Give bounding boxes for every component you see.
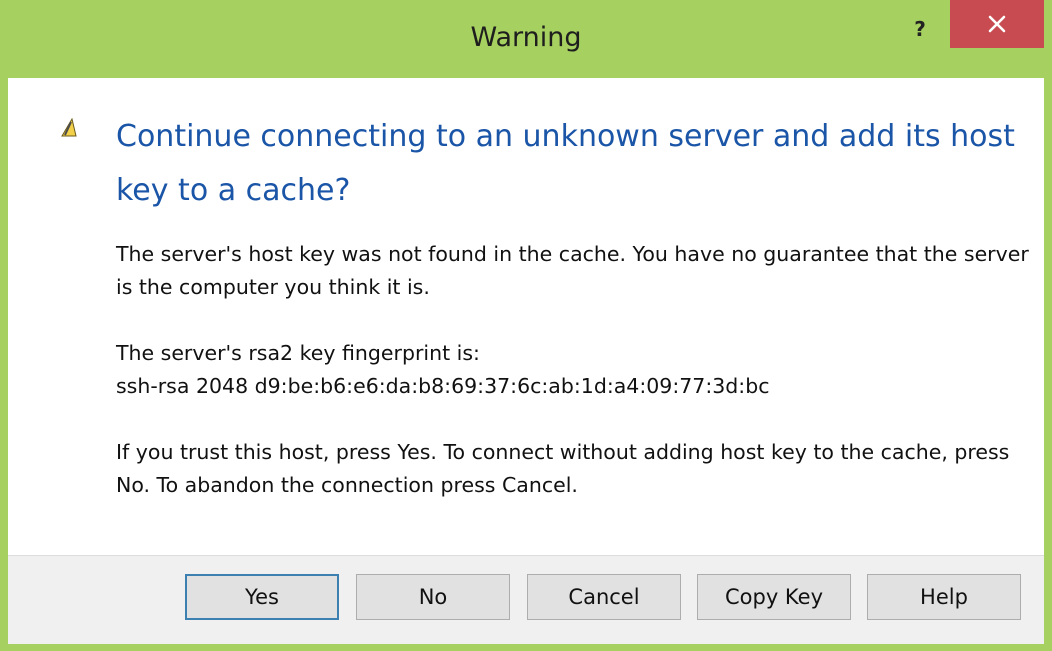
no-button[interactable]: No xyxy=(356,574,510,620)
dialog-body: Continue connecting to an unknown server… xyxy=(8,78,1044,644)
title-bar[interactable]: Warning ? xyxy=(0,0,1052,78)
warning-icon xyxy=(58,117,78,142)
window-title: Warning xyxy=(470,22,582,53)
help-title-button[interactable]: ? xyxy=(902,14,938,44)
yes-button[interactable]: Yes xyxy=(185,574,339,620)
button-bar: Yes No Cancel Copy Key Help xyxy=(8,555,1044,644)
close-button[interactable] xyxy=(950,0,1044,48)
copy-key-button[interactable]: Copy Key xyxy=(697,574,851,620)
help-button[interactable]: Help xyxy=(867,574,1021,620)
instructions-text: If you trust this host, press Yes. To co… xyxy=(116,440,1010,497)
warning-dialog: Warning ? Continue connecting to an unkn… xyxy=(0,0,1052,651)
main-instruction: Continue connecting to an unknown server… xyxy=(116,119,1015,208)
cancel-button[interactable]: Cancel xyxy=(527,574,681,620)
close-icon xyxy=(988,15,1006,33)
host-key-warning-text: The server's host key was not found in t… xyxy=(116,242,1029,299)
fingerprint-value: ssh-rsa 2048 d9:be:b6:e6:da:b8:69:37:6c:… xyxy=(116,374,770,398)
dialog-content: The server's host key was not found in t… xyxy=(116,238,1036,502)
fingerprint-label: The server's rsa2 key fingerprint is: xyxy=(116,341,480,365)
